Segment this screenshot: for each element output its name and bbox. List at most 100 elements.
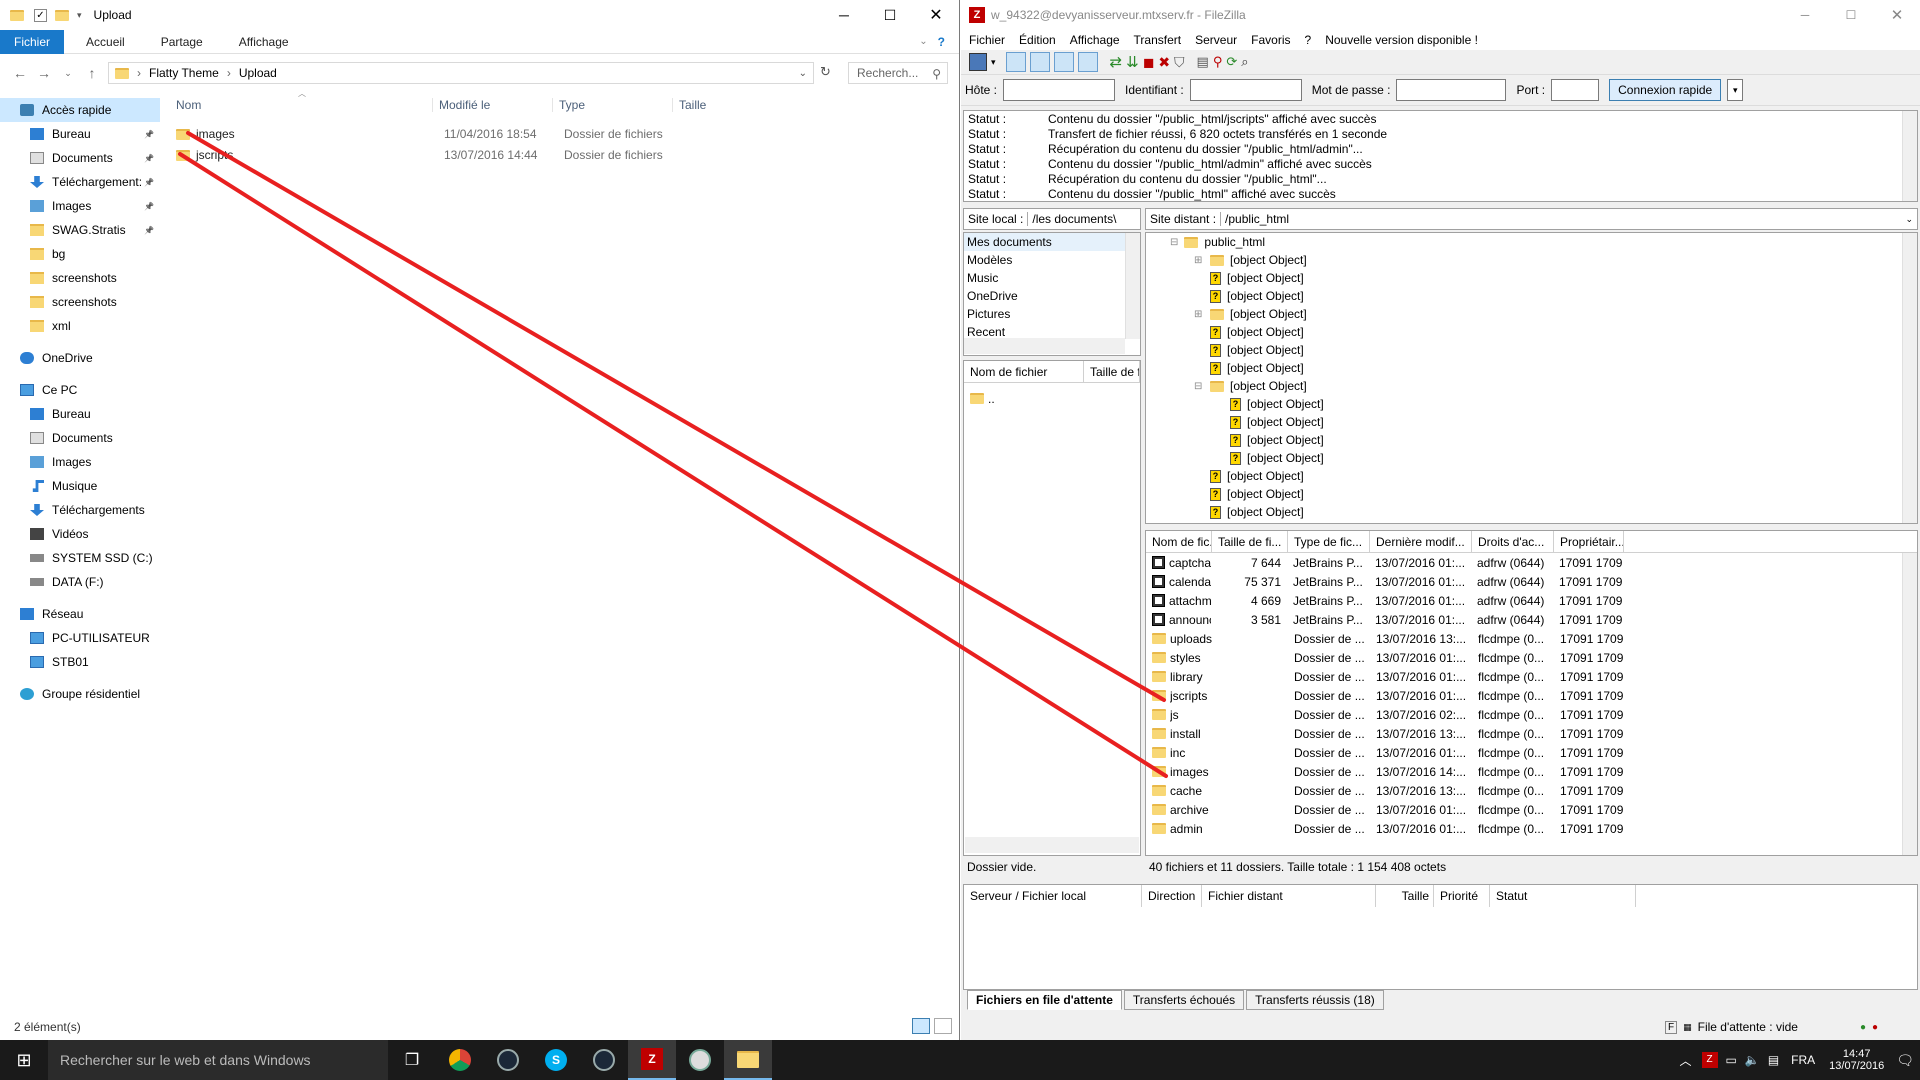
show-hidden-icons[interactable]: ︿ [1680,1052,1692,1069]
menu-item[interactable]: Édition [1019,33,1056,47]
column-priority[interactable]: Priorité [1434,885,1490,907]
remote-file-row[interactable]: install Dossier de ... 13/07/2016 13:... fl… [1146,724,1917,743]
sidebar-item[interactable]: Téléchargement: 📌 [0,170,160,194]
port-input[interactable] [1551,79,1600,101]
menu-item[interactable]: Nouvelle version disponible ! [1325,33,1478,47]
sidebar-item[interactable]: Téléchargements [0,498,160,522]
dropdown-arrow-icon[interactable]: ▾ [991,57,996,68]
remote-tree-item[interactable]: ? [object Object] [1146,359,1917,377]
remote-path-dropdown-icon[interactable]: ⌄ [1905,214,1913,225]
file-row[interactable]: jscripts 13/07/2016 14:44 Dossier de fic… [176,145,678,165]
toggle-log-icon[interactable] [1005,52,1026,72]
quick-access-dropdown-icon[interactable]: ▾ [77,10,82,21]
task-view-icon[interactable]: ❐ [388,1040,436,1080]
quickconnect-button[interactable]: Connexion rapide [1609,79,1722,101]
sidebar-item[interactable]: Bureau 📌 [0,122,160,146]
password-input[interactable] [1396,79,1507,101]
sidebar-item[interactable]: Ce PC [0,378,160,402]
remote-column-header[interactable]: Dernière modif... [1370,530,1472,553]
remote-file-row[interactable]: captcha.... 7 644 JetBrains P... 13/07/2016… [1146,553,1917,572]
menu-item[interactable]: Transfert [1134,33,1182,47]
remote-tree-item[interactable]: ⊞ [object Object] [1146,251,1917,269]
local-tree-item[interactable]: OneDrive [964,287,1140,305]
windows-start-icon[interactable]: ⊞ [0,1040,48,1080]
remote-file-row[interactable]: js Dossier de ... 13/07/2016 02:... flcdmpe… [1146,705,1917,724]
sidebar-item[interactable]: Musique [0,474,160,498]
remote-file-row[interactable]: admin Dossier de ... 13/07/2016 01:... flcd… [1146,819,1917,838]
column-size[interactable]: Taille [1376,885,1434,907]
sidebar-item[interactable]: OneDrive [0,346,160,370]
sidebar-item[interactable]: Documents 📌 [0,146,160,170]
host-input[interactable] [1003,79,1116,101]
sidebar-item[interactable]: Images [0,450,160,474]
action-center-icon[interactable]: ▤ [1768,1053,1779,1067]
local-tree-item[interactable]: Modèles [964,251,1140,269]
breadcrumb-flatty-theme[interactable]: Flatty Theme [149,66,219,80]
search-remote-icon[interactable]: ⌕ [1241,54,1248,70]
expand-icon[interactable]: ⊞ [1194,309,1206,320]
column-remote-file[interactable]: Fichier distant [1202,885,1376,907]
maximize-button[interactable]: ☐ [1828,8,1874,22]
sidebar-item[interactable]: Groupe résidentiel [0,682,160,706]
remote-column-header[interactable]: Nom de fic... [1146,530,1212,553]
sync-browse-icon[interactable]: ⟳ [1226,54,1237,70]
paint-icon[interactable] [676,1040,724,1080]
filter-icon[interactable]: ▤ [1197,54,1209,70]
volume-icon[interactable]: 🔈 [1745,1053,1760,1067]
column-direction[interactable]: Direction [1142,885,1202,907]
remote-file-row[interactable]: uploads Dossier de ... 13/07/2016 13:... fl… [1146,629,1917,648]
local-path-input[interactable]: /les documents\ [1027,212,1140,226]
compare-icon[interactable]: ⚲ [1213,54,1223,70]
back-arrow-icon[interactable]: ← [8,65,32,81]
remote-tree-scrollbar[interactable] [1902,233,1917,523]
column-local-file[interactable]: Serveur / Fichier local [964,885,1142,907]
remote-file-row[interactable]: announc... 3 581 JetBrains P... 13/07/2016 … [1146,610,1917,629]
file-row[interactable]: images 11/04/2016 18:54 Dossier de fichi… [176,124,678,144]
details-view-icon[interactable] [912,1018,930,1034]
sidebar-item[interactable]: screenshots [0,290,160,314]
remote-file-row[interactable]: styles Dossier de ... 13/07/2016 01:... flc… [1146,648,1917,667]
column-status[interactable]: Statut [1490,885,1636,907]
sidebar-item[interactable]: PC-UTILISATEUR [0,626,160,650]
remote-file-row[interactable]: calendar.... 75 371 JetBrains P... 13/07/20… [1146,572,1917,591]
remote-tree-item[interactable]: ? [object Object] [1146,467,1917,485]
local-tree-vscroll[interactable] [1125,233,1140,339]
sidebar-item[interactable]: DATA (F:) [0,570,160,594]
remote-tree-item[interactable]: ? [object Object] [1146,395,1917,413]
help-icon[interactable]: ? [938,35,945,49]
sidebar-item[interactable]: Images 📌 [0,194,160,218]
sidebar-item[interactable]: Bureau [0,402,160,426]
local-list-hscroll[interactable] [965,837,1139,853]
remote-tree-item[interactable]: ? [object Object] [1146,431,1917,449]
sidebar-item[interactable]: Accès rapide [0,98,160,122]
breadcrumb-upload[interactable]: Upload [239,66,277,80]
remote-column-header[interactable]: Droits d'ac... [1472,530,1554,553]
remote-tree-item[interactable]: ? [object Object] [1146,323,1917,341]
remote-file-row[interactable]: archive Dossier de ... 13/07/2016 01:... fl… [1146,800,1917,819]
tab-failed-transfers[interactable]: Transferts échoués [1123,990,1245,1010]
menu-item[interactable]: Fichier [969,33,1005,47]
disconnect-icon[interactable]: ✖ [1158,54,1170,71]
remote-tree-item[interactable]: ? [object Object] [1146,287,1917,305]
site-manager-icon[interactable] [969,53,987,71]
steam-icon[interactable] [484,1040,532,1080]
remote-tree-item[interactable]: ⊟ public_html [1146,233,1917,251]
column-date[interactable]: Modifié le [432,98,552,112]
filezilla-tray-icon[interactable]: Z [1701,1052,1718,1068]
properties-icon[interactable]: ✓ [34,8,47,22]
sidebar-item[interactable]: SWAG.Stratis 📌 [0,218,160,242]
column-filename[interactable]: Nom de fichier [964,360,1084,383]
sidebar-item[interactable]: bg [0,242,160,266]
column-type[interactable]: Type [552,98,672,112]
remote-file-row[interactable]: library Dossier de ... 13/07/2016 01:... fl… [1146,667,1917,686]
toggle-local-tree-icon[interactable] [1029,52,1050,72]
remote-column-header[interactable]: Propriétair... [1554,530,1624,553]
address-bar[interactable]: › Flatty Theme › Upload ⌄ [108,62,814,84]
recent-dropdown-icon[interactable]: ⌄ [56,68,80,79]
quickconnect-dropdown-icon[interactable]: ▾ [1727,79,1744,101]
sidebar-item[interactable]: xml [0,314,160,338]
remote-column-header[interactable]: Taille de fi... [1212,530,1288,553]
reconnect-icon[interactable]: ⛉ [1174,54,1185,71]
menu-item[interactable]: Favoris [1251,33,1290,47]
tab-partage[interactable]: Partage [147,30,217,54]
